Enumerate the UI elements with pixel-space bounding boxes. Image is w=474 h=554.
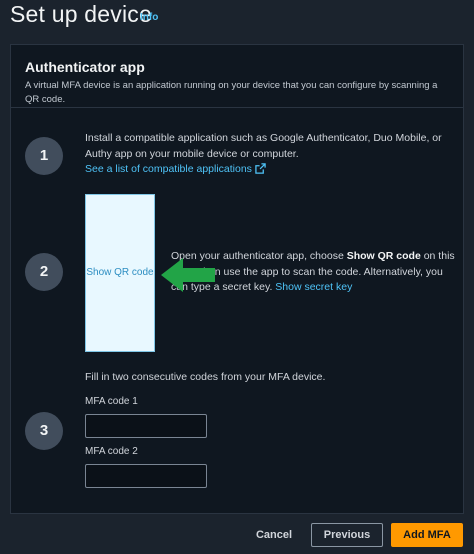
qr-code-box[interactable]: Show QR code [85,194,155,352]
panel-header: Authenticator app A virtual MFA device i… [11,45,463,108]
compatible-apps-link-label: See a list of compatible applications [85,163,252,175]
add-mfa-button[interactable]: Add MFA [391,523,463,547]
page-title: Set up device [10,1,152,27]
panel-title: Authenticator app [25,59,145,75]
step-2-number: 2 [25,253,63,291]
step-1-text: Install a compatible application such as… [85,131,453,178]
mfa-code-2-input[interactable] [85,464,207,488]
step-1-number: 1 [25,137,63,175]
page-header: Set up device Info [0,0,474,44]
arrow-left-icon [161,258,215,292]
external-link-icon [255,163,266,174]
step-2-bold: Show QR code [346,250,421,262]
previous-button[interactable]: Previous [311,523,383,547]
compatible-apps-link[interactable]: See a list of compatible applications [85,163,266,175]
show-qr-code-button[interactable]: Show QR code [86,267,154,278]
info-link[interactable]: Info [140,12,158,23]
step-3-number: 3 [25,412,63,450]
mfa-code-1-input[interactable] [85,414,207,438]
step-3-text: Fill in two consecutive codes from your … [85,371,326,383]
step-1-instructions: Install a compatible application such as… [85,132,442,160]
mfa-code-2-label: MFA code 2 [85,446,138,457]
cancel-button[interactable]: Cancel [244,524,304,546]
show-secret-key-link[interactable]: Show secret key [275,281,352,293]
panel-description: A virtual MFA device is an application r… [25,80,438,105]
mfa-code-1-label: MFA code 1 [85,396,138,407]
authenticator-panel: Authenticator app A virtual MFA device i… [10,44,464,514]
